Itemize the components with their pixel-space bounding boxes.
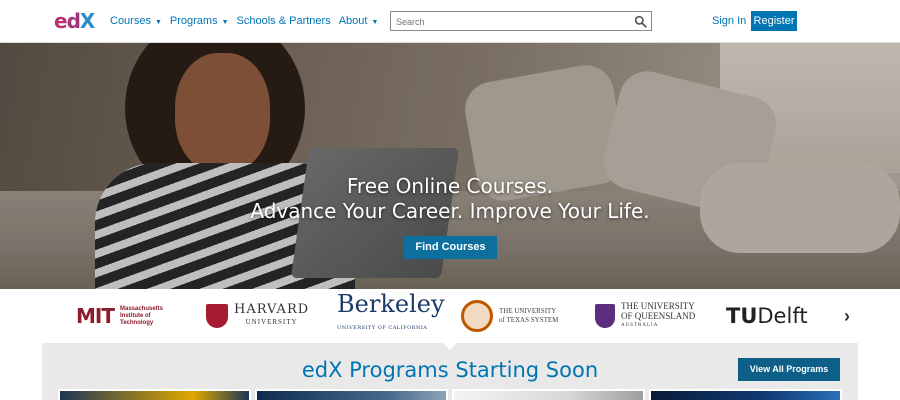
harvard-logo[interactable]: HARVARD UNIVERSITY <box>206 299 309 333</box>
partner-logos-strip: MIT Massachusetts Institute of Technolog… <box>0 289 900 343</box>
programs-title: edX Programs Starting Soon <box>301 358 599 382</box>
nav-courses[interactable]: Courses ▼ <box>110 15 162 27</box>
uq-logo[interactable]: THE UNIVERSITY OF QUEENSLAND AUSTRALIA <box>595 299 695 333</box>
program-cards <box>58 389 842 400</box>
edx-logo[interactable]: edX <box>54 9 95 33</box>
chevron-right-icon[interactable]: › <box>844 307 856 325</box>
nav-schools-partners-label: Schools & Partners <box>236 15 331 27</box>
chevron-down-icon: ▼ <box>221 18 229 26</box>
search-box <box>390 11 652 31</box>
ut-system-logo[interactable]: THE UNIVERSITY of TEXAS SYSTEM <box>461 299 558 333</box>
nav-programs[interactable]: Programs ▼ <box>170 15 229 27</box>
tudelft-logo[interactable]: TUDelft <box>726 299 808 333</box>
nav-courses-label: Courses <box>110 15 151 27</box>
hero-headline: Free Online Courses. <box>346 174 554 198</box>
sign-in-link[interactable]: Sign In <box>712 15 746 27</box>
nav-about[interactable]: About ▼ <box>339 15 379 27</box>
search-input[interactable] <box>391 13 621 31</box>
chevron-down-icon: ▼ <box>154 18 162 26</box>
berkeley-logo[interactable]: Berkeley UNIVERSITY OF CALIFORNIA <box>337 292 445 333</box>
uq-crest-icon <box>595 304 615 328</box>
find-courses-button[interactable]: Find Courses <box>404 236 497 259</box>
mit-logo[interactable]: MIT Massachusetts Institute of Technolog… <box>76 299 163 333</box>
hero-banner: Free Online Courses. Advance Your Career… <box>0 43 900 289</box>
program-card[interactable] <box>452 389 645 400</box>
view-all-programs-button[interactable]: View All Programs <box>738 358 840 381</box>
main-nav: Courses ▼ Programs ▼ Schools & Partners … <box>110 15 386 27</box>
register-button[interactable]: Register <box>751 11 797 31</box>
chevron-down-icon: ▼ <box>371 18 379 26</box>
program-card[interactable] <box>58 389 251 400</box>
nav-programs-label: Programs <box>169 15 218 27</box>
section-pointer <box>442 342 458 350</box>
program-card[interactable] <box>649 389 842 400</box>
nav-schools-partners[interactable]: Schools & Partners <box>237 15 331 27</box>
site-header: edX Courses ▼ Programs ▼ Schools & Partn… <box>0 0 900 43</box>
hero-subheadline: Advance Your Career. Improve Your Life. <box>250 199 650 223</box>
program-card[interactable] <box>255 389 448 400</box>
harvard-shield-icon <box>206 304 228 328</box>
ut-seal-icon <box>461 300 493 332</box>
nav-about-label: About <box>338 15 368 27</box>
search-icon[interactable] <box>634 15 647 28</box>
